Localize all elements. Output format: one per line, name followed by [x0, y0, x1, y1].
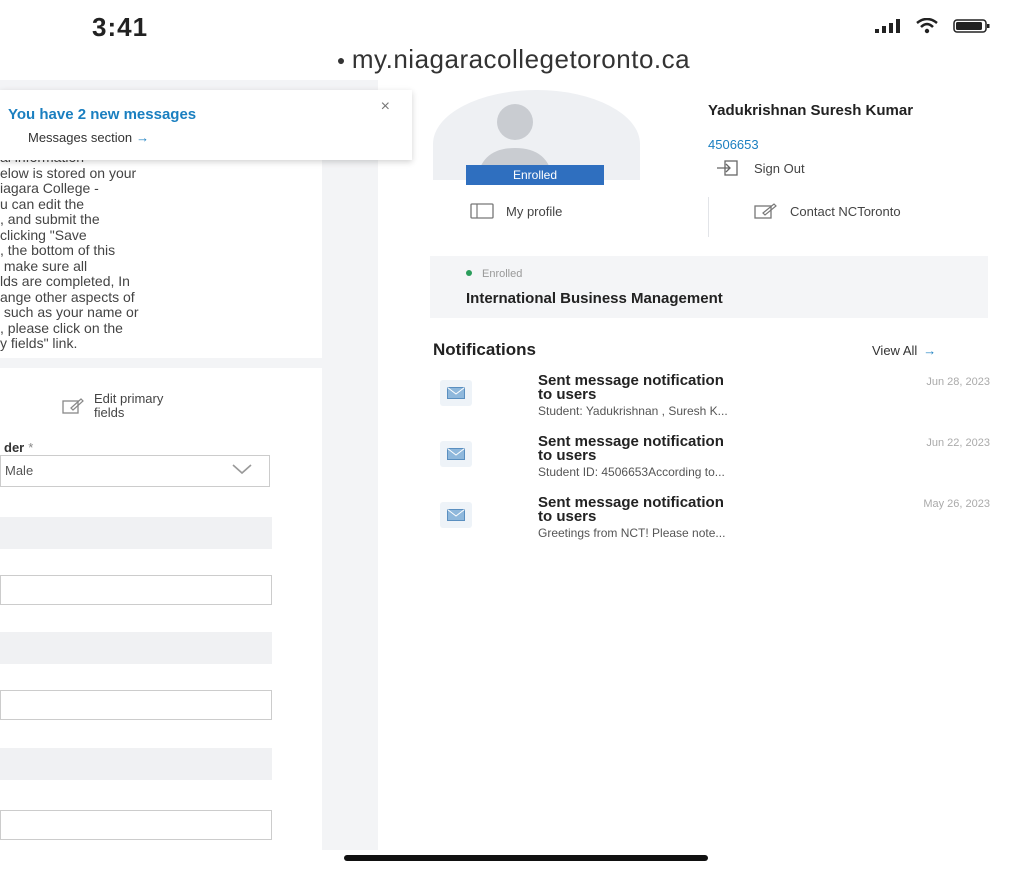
chevron-down-icon [232, 464, 252, 475]
edit-primary-fields-label: Edit primary fields [94, 391, 164, 420]
notification-title: Sent message notification to users [538, 494, 724, 525]
form-field-readonly [0, 632, 272, 664]
envelope-icon [440, 441, 472, 467]
messages-section-link[interactable]: Messages section → [28, 130, 149, 145]
form-input[interactable] [0, 690, 272, 720]
form-field-readonly [0, 748, 272, 780]
url-text: my.niagaracollegetoronto.ca [351, 44, 691, 74]
cellular-signal-icon [875, 19, 900, 33]
notification-item[interactable]: Sent message notification to users May 2… [440, 494, 990, 552]
required-mark: * [28, 440, 34, 455]
notifications-heading: Notifications [433, 340, 536, 359]
sign-out-label: Sign Out [754, 160, 805, 176]
status-icons [875, 18, 991, 34]
arrow-right-icon: → [923, 343, 937, 358]
notification-title: Sent message notification to users [538, 433, 724, 464]
gender-select-value: Male [5, 463, 34, 478]
sign-out-button[interactable]: Sign Out [716, 160, 805, 176]
edit-primary-fields-button[interactable]: Edit primary fields [62, 392, 194, 420]
address-bar[interactable]: ● my.niagaracollegetoronto.ca [0, 44, 1027, 75]
envelope-icon [440, 380, 472, 406]
profile-actions: My profile Contact NCToronto [470, 197, 1000, 237]
sign-out-icon [717, 160, 738, 176]
program-card[interactable]: Enrolled International Business Manageme… [430, 256, 988, 318]
status-dot [466, 270, 472, 276]
battery-icon [953, 19, 990, 33]
arrow-right-icon: → [136, 130, 150, 145]
info-description: al information elow is stored on your ia… [0, 150, 139, 351]
notification-date: Jun 28, 2023 [926, 376, 990, 388]
new-messages-banner: You have 2 new messages Messages section… [0, 90, 412, 160]
my-profile-label: My profile [506, 203, 563, 219]
new-messages-title: You have 2 new messages [8, 106, 197, 123]
program-status-label: Enrolled [482, 268, 523, 280]
envelope-icon [440, 502, 472, 528]
form-input[interactable] [0, 810, 272, 840]
clock-time: 3:41 [92, 12, 149, 42]
notification-date: May 26, 2023 [923, 498, 990, 510]
close-icon[interactable]: × [381, 98, 390, 116]
messages-section-label: Messages section [28, 130, 133, 145]
profile-name: Yadukrishnan Suresh Kumar [708, 102, 914, 119]
notification-preview: Student ID: 4506653According to... [538, 465, 725, 479]
profile-card-icon [470, 203, 494, 219]
contact-nctoronto-button[interactable]: Contact NCToronto [754, 203, 901, 219]
notification-preview: Student: Yadukrishnan , Suresh K... [538, 404, 728, 418]
gender-select[interactable]: Male [0, 455, 270, 487]
home-indicator[interactable] [344, 855, 708, 861]
student-id: 4506653 [708, 137, 759, 152]
edit-icon [62, 398, 84, 414]
my-profile-button[interactable]: My profile [470, 203, 562, 219]
notification-date: Jun 22, 2023 [926, 437, 990, 449]
status-badge: Enrolled [466, 165, 604, 185]
contact-label: Contact NCToronto [790, 203, 901, 219]
gender-label-text: der [4, 440, 25, 455]
contact-edit-icon [754, 203, 777, 219]
divider [708, 197, 709, 237]
wifi-icon [916, 18, 938, 34]
notification-item[interactable]: Sent message notification to users Jun 2… [440, 433, 990, 491]
form-field-readonly [0, 517, 272, 549]
notification-item[interactable]: Sent message notification to users Jun 2… [440, 372, 990, 430]
status-bar: 3:41 ● my.niagaracollegetoronto.ca [0, 0, 1027, 80]
gender-field-label: der * [4, 440, 33, 455]
program-name: International Business Management [466, 290, 723, 307]
view-all-link[interactable]: View All → [872, 343, 936, 358]
program-status: Enrolled [466, 268, 522, 280]
notification-preview: Greetings from NCT! Please note... [538, 526, 726, 540]
view-all-label: View All [872, 343, 918, 358]
form-input[interactable] [0, 575, 272, 605]
lock-icon: ● [336, 52, 346, 68]
notification-title: Sent message notification to users [538, 372, 724, 403]
